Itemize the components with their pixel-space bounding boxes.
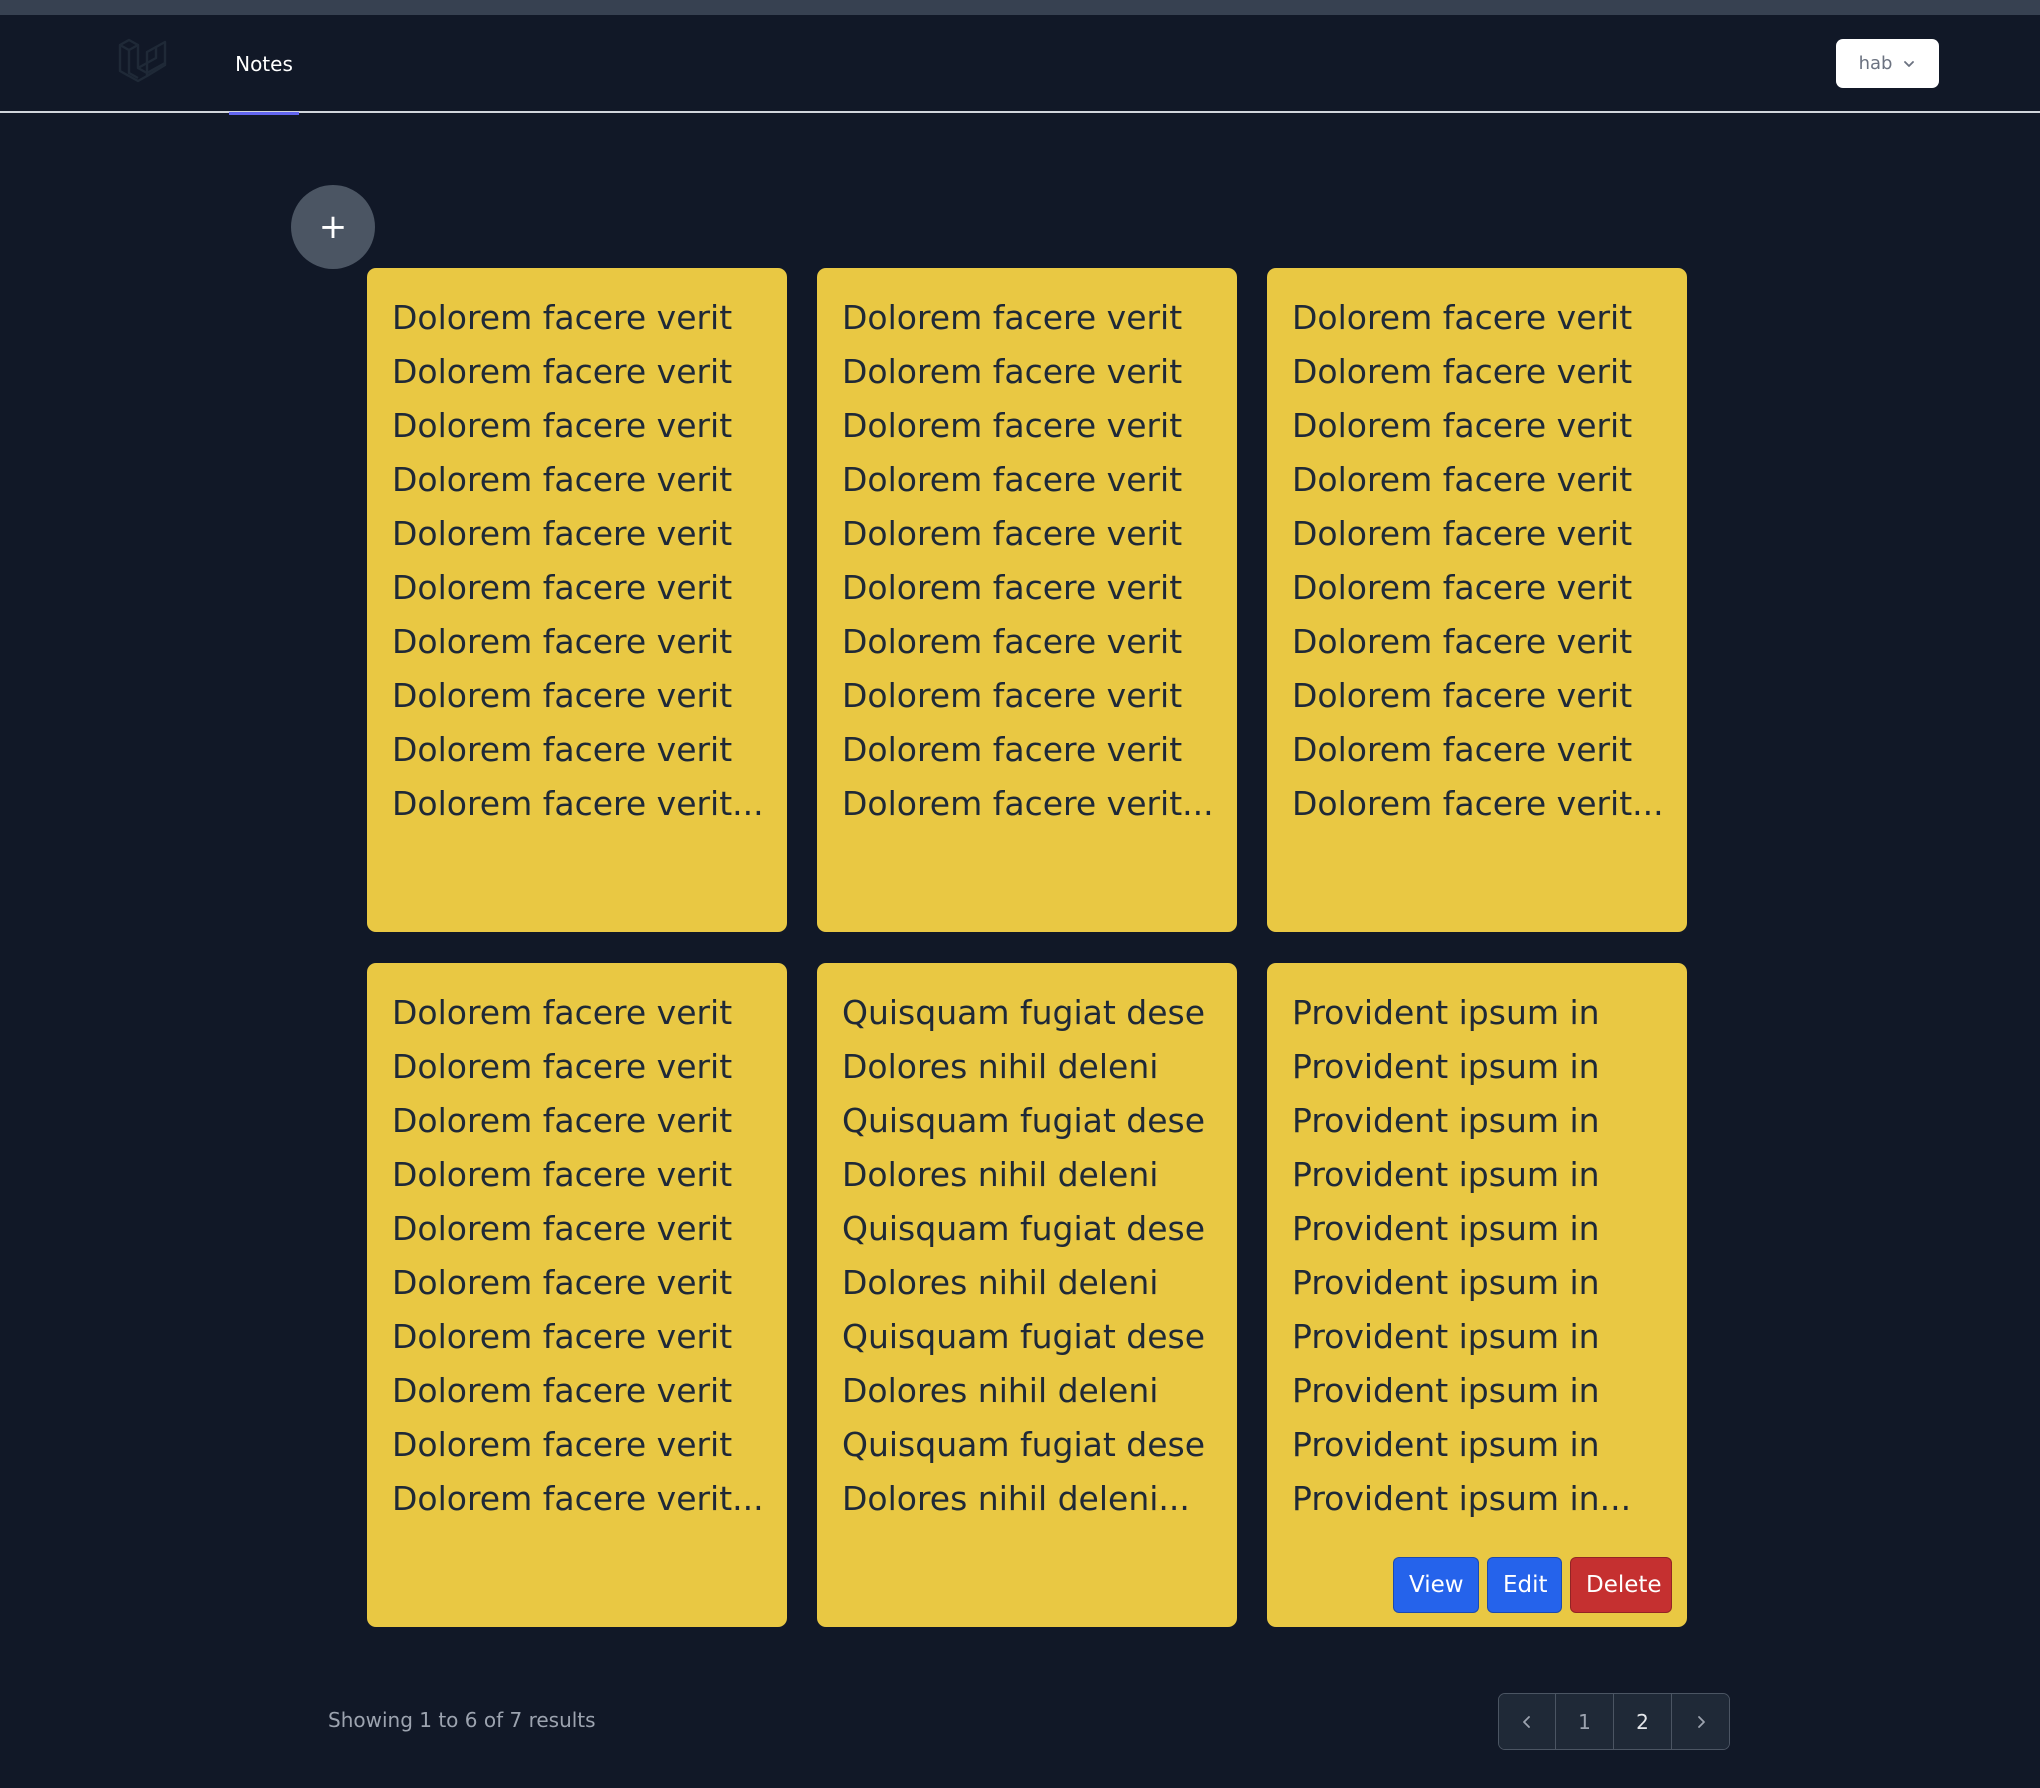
note-line: Dolorem facere verit — [842, 514, 1183, 553]
note-card[interactable]: Quisquam fugiat dese Dolores nihil delen… — [817, 963, 1237, 1627]
chevron-down-icon — [1904, 60, 1915, 67]
note-card[interactable]: Dolorem facere verit Dolorem facere veri… — [1267, 268, 1687, 932]
user-menu-button[interactable]: hab — [1836, 39, 1939, 88]
add-note-button[interactable]: + — [291, 185, 375, 269]
note-line: Provident ipsum in — [1292, 1155, 1600, 1194]
note-line: Provident ipsum in — [1292, 1263, 1600, 1302]
note-line: Dolorem facere verit — [392, 1101, 733, 1140]
note-card[interactable]: Dolorem facere verit Dolorem facere veri… — [367, 268, 787, 932]
note-line: Provident ipsum in... — [1292, 1479, 1632, 1518]
note-line: Provident ipsum in — [1292, 1101, 1600, 1140]
note-line: Dolores nihil deleni — [842, 1047, 1159, 1086]
note-line: Dolorem facere verit — [842, 460, 1183, 499]
note-line: Dolorem facere verit — [392, 1047, 733, 1086]
plus-icon: + — [318, 207, 348, 247]
note-line: Provident ipsum in — [1292, 1371, 1600, 1410]
note-card[interactable]: Dolorem facere verit Dolorem facere veri… — [817, 268, 1237, 932]
previous-page-button[interactable] — [1499, 1694, 1556, 1749]
user-name: hab — [1858, 53, 1893, 74]
view-button[interactable]: View — [1393, 1557, 1479, 1613]
note-line: Dolorem facere verit — [1292, 514, 1633, 553]
note-line: Dolorem facere verit — [1292, 730, 1633, 769]
nav-link-notes[interactable]: Notes — [229, 15, 299, 115]
note-line: Dolorem facere verit — [1292, 460, 1633, 499]
note-line: Provident ipsum in — [1292, 993, 1600, 1032]
note-line: Dolorem facere verit — [392, 298, 733, 337]
note-line: Dolorem facere verit — [392, 352, 733, 391]
note-actions: View Edit Delete — [1393, 1557, 1672, 1613]
note-line: Dolorem facere verit — [392, 1317, 733, 1356]
note-line: Dolorem facere verit — [392, 1425, 733, 1464]
note-line: Quisquam fugiat dese — [842, 1209, 1206, 1248]
note-line: Dolorem facere verit... — [1292, 784, 1663, 823]
note-line: Dolorem facere verit — [1292, 406, 1633, 445]
note-line: Dolorem facere verit — [1292, 298, 1633, 337]
laravel-logo-icon[interactable] — [116, 35, 170, 89]
note-line: Dolorem facere verit — [392, 1371, 733, 1410]
note-line: Quisquam fugiat dese — [842, 993, 1206, 1032]
note-line: Dolores nihil deleni — [842, 1371, 1159, 1410]
note-line: Dolorem facere verit — [392, 622, 733, 661]
note-line: Dolorem facere verit — [842, 406, 1183, 445]
note-line: Dolorem facere verit — [842, 676, 1183, 715]
note-line: Dolorem facere verit — [392, 568, 733, 607]
next-page-button[interactable] — [1672, 1694, 1729, 1749]
note-card[interactable]: Provident ipsum in Provident ipsum in Pr… — [1267, 963, 1687, 1627]
note-line: Dolorem facere verit — [1292, 676, 1633, 715]
chevron-left-icon — [1523, 1715, 1530, 1728]
note-line: Quisquam fugiat dese — [842, 1317, 1206, 1356]
note-line: Dolores nihil deleni... — [842, 1479, 1190, 1518]
note-line: Dolorem facere verit — [842, 622, 1183, 661]
edit-button[interactable]: Edit — [1487, 1557, 1562, 1613]
active-tab-indicator — [229, 112, 299, 115]
note-line: Provident ipsum in — [1292, 1209, 1600, 1248]
note-line: Dolorem facere verit — [842, 352, 1183, 391]
note-line: Dolorem facere verit — [392, 460, 733, 499]
note-line: Provident ipsum in — [1292, 1317, 1600, 1356]
note-line: Dolorem facere verit — [1292, 352, 1633, 391]
browser-top-strip — [0, 0, 2040, 15]
note-line: Dolores nihil deleni — [842, 1155, 1159, 1194]
note-line: Dolorem facere verit — [842, 298, 1183, 337]
note-line: Dolorem facere verit — [392, 1209, 733, 1248]
note-line: Dolorem facere verit — [392, 730, 733, 769]
note-line: Dolorem facere verit... — [392, 784, 763, 823]
note-line: Dolorem facere verit — [842, 568, 1183, 607]
note-card[interactable]: Dolorem facere verit Dolorem facere veri… — [367, 963, 787, 1627]
delete-button[interactable]: Delete — [1570, 1557, 1672, 1613]
note-line: Dolorem facere verit — [392, 406, 733, 445]
note-line: Quisquam fugiat dese — [842, 1101, 1206, 1140]
note-line: Dolorem facere verit — [1292, 622, 1633, 661]
page-1-button[interactable]: 1 — [1556, 1694, 1614, 1749]
note-line: Provident ipsum in — [1292, 1047, 1600, 1086]
note-line: Dolorem facere verit — [392, 1263, 733, 1302]
page-2-button[interactable]: 2 — [1614, 1694, 1672, 1749]
note-line: Provident ipsum in — [1292, 1425, 1600, 1464]
nav-link-notes-label: Notes — [235, 52, 293, 76]
chevron-right-icon — [1697, 1715, 1705, 1728]
note-line: Dolorem facere verit — [392, 676, 733, 715]
note-line: Dolorem facere verit — [842, 730, 1183, 769]
pagination-results-text: Showing 1 to 6 of 7 results — [328, 1708, 596, 1732]
note-line: Dolorem facere verit... — [392, 1479, 763, 1518]
note-line: Dolores nihil deleni — [842, 1263, 1159, 1302]
note-line: Dolorem facere verit... — [842, 784, 1213, 823]
note-line: Dolorem facere verit — [1292, 568, 1633, 607]
note-line: Dolorem facere verit — [392, 1155, 733, 1194]
note-line: Dolorem facere verit — [392, 514, 733, 553]
pagination: 1 2 — [1498, 1693, 1730, 1750]
top-navbar: Notes hab — [0, 15, 2040, 115]
note-line: Quisquam fugiat dese — [842, 1425, 1206, 1464]
note-line: Dolorem facere verit — [392, 993, 733, 1032]
